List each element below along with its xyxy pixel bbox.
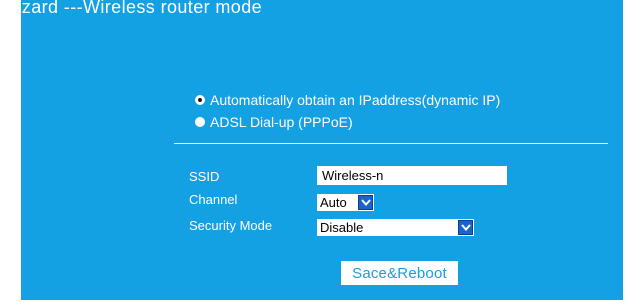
channel-select[interactable]: Auto <box>317 194 374 211</box>
security-mode-label: Security Mode <box>189 218 273 233</box>
channel-select-value: Auto <box>320 195 347 210</box>
divider <box>174 143 608 144</box>
radio-button-selected[interactable] <box>195 95 205 105</box>
radio-pppoe-label: ADSL Dial-up (PPPoE) <box>210 114 353 130</box>
channel-label: Channel <box>189 192 238 207</box>
security-mode-value: Disable <box>320 220 364 235</box>
ssid-label: SSID <box>189 169 220 184</box>
chevron-down-icon[interactable] <box>358 195 373 210</box>
radio-button[interactable] <box>195 117 205 127</box>
radio-pppoe[interactable]: ADSL Dial-up (PPPoE) <box>195 114 353 130</box>
radio-dynamic-ip-label: Automatically obtain an IPaddress(dynami… <box>210 92 501 108</box>
chevron-down-icon[interactable] <box>458 220 473 235</box>
page-title: Wizard ---Wireless router mode <box>0 0 263 17</box>
radio-dynamic-ip[interactable]: Automatically obtain an IPaddress(dynami… <box>195 92 500 108</box>
wizard-panel: Wizard ---Wireless router mode Automatic… <box>0 0 623 300</box>
ssid-input[interactable] <box>317 166 507 185</box>
security-mode-select[interactable]: Disable <box>317 219 474 236</box>
save-reboot-button[interactable]: Sace&Reboot <box>341 261 458 285</box>
